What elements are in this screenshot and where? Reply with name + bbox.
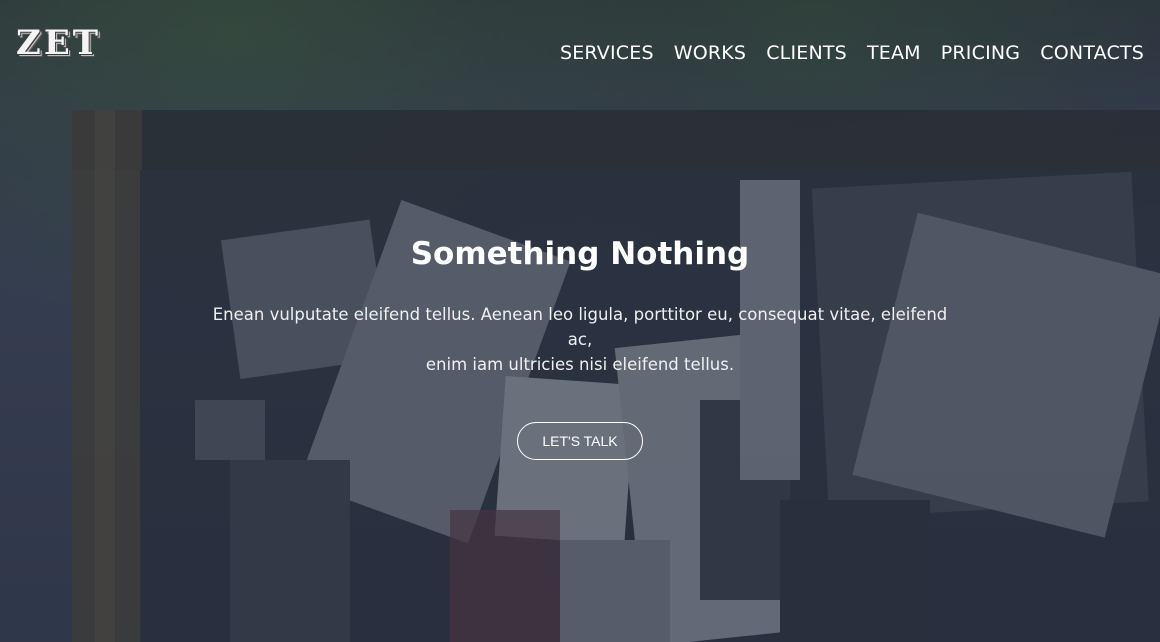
hero-lead-line-2: enim iam ultricies nisi eleifend tellus. xyxy=(425,355,735,374)
main-navigation: SERVICES WORKS CLIENTS TEAM PRICING CONT… xyxy=(560,40,1144,66)
nav-item-clients[interactable]: CLIENTS xyxy=(766,40,847,66)
hero-lead-line-1: Enean vulputate eleifend tellus. Aenean … xyxy=(212,305,948,349)
nav-item-works[interactable]: WORKS xyxy=(674,40,746,66)
nav-item-services[interactable]: SERVICES xyxy=(560,40,654,66)
hero-section: ZET SERVICES WORKS CLIENTS TEAM PRICING … xyxy=(0,0,1160,642)
hero-lead: Enean vulputate eleifend tellus. Aenean … xyxy=(210,302,950,377)
lets-talk-button[interactable]: LET'S TALK xyxy=(517,422,643,460)
hero-title: Something Nothing xyxy=(410,236,750,272)
site-logo[interactable]: ZET xyxy=(16,26,101,60)
nav-item-team[interactable]: TEAM xyxy=(867,40,921,66)
nav-item-pricing[interactable]: PRICING xyxy=(941,40,1020,66)
nav-item-contacts[interactable]: CONTACTS xyxy=(1040,40,1144,66)
hero-content: Something Nothing Enean vulputate eleife… xyxy=(0,233,1160,460)
